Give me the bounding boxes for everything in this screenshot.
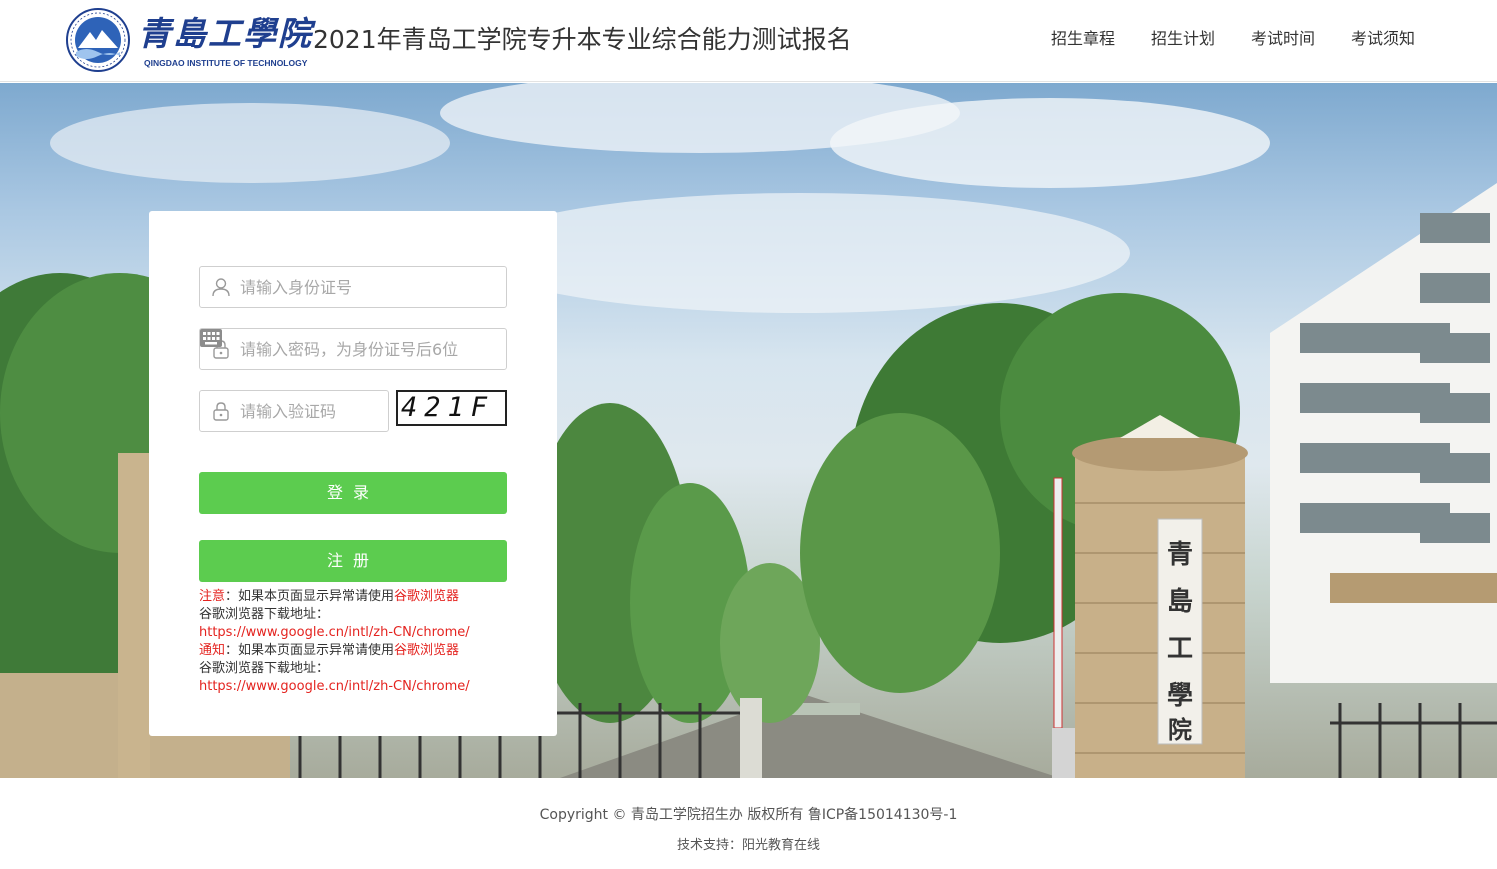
user-icon: [212, 278, 230, 297]
download-label-2: 谷歌浏览器下载地址：: [199, 661, 330, 676]
login-card: 421F 登录 注册 注意：如果本页面显示异常请使用谷歌浏览器 谷歌浏览器下载地…: [149, 211, 557, 736]
gate-sign-char-5: 院: [1168, 715, 1192, 744]
notice-label-attention: 注意: [199, 589, 226, 604]
notice-label-notification: 通知: [199, 643, 226, 658]
keyboard-icon[interactable]: [200, 329, 222, 347]
register-button[interactable]: 注册: [199, 540, 507, 582]
notice-line-2: 通知：如果本页面显示异常请使用谷歌浏览器: [199, 642, 519, 660]
chrome-download-url-1[interactable]: https://www.google.cn/intl/zh-CN/chrome/: [199, 625, 470, 640]
nav-enrollment-charter[interactable]: 招生章程: [1051, 28, 1115, 50]
captcha-image[interactable]: 421F: [396, 390, 507, 426]
school-brand: 青島工學院 QINGDAO INSTITUTE OF TECHNOLOGY: [138, 14, 313, 74]
notice-text-2: ：如果本页面显示异常请使用: [225, 643, 395, 658]
lock-icon: [213, 402, 229, 421]
nav-enrollment-plan[interactable]: 招生计划: [1151, 28, 1215, 50]
password-field: [199, 328, 507, 370]
password-input[interactable]: [240, 329, 460, 369]
login-button[interactable]: 登录: [199, 472, 507, 514]
chrome-download-url-2[interactable]: https://www.google.cn/intl/zh-CN/chrome/: [199, 679, 470, 694]
site-header: 青島工學院 QINGDAO INSTITUTE OF TECHNOLOGY 20…: [0, 0, 1497, 82]
nav-exam-time[interactable]: 考试时间: [1251, 28, 1315, 50]
captcha-input[interactable]: [240, 391, 380, 431]
id-number-input[interactable]: [240, 267, 460, 307]
chrome-link-2[interactable]: 谷歌浏览器: [394, 643, 459, 658]
nav-exam-notice[interactable]: 考试须知: [1351, 28, 1415, 50]
download-label-1: 谷歌浏览器下载地址：: [199, 607, 330, 622]
notice-text-1: ：如果本页面显示异常请使用: [225, 589, 395, 604]
copyright-text: Copyright © 青岛工学院招生办 版权所有 鲁ICP备15014130号…: [539, 807, 958, 823]
notice-line-1: 注意：如果本页面显示异常请使用谷歌浏览器: [199, 588, 519, 606]
tech-support-text: 技术支持：阳光教育在线: [676, 838, 820, 853]
browser-notice: 注意：如果本页面显示异常请使用谷歌浏览器 谷歌浏览器下载地址： https://…: [199, 588, 519, 696]
page-title: 2021年青岛工学院专升本专业综合能力测试报名: [313, 25, 852, 54]
gate-sign-char-1: 青: [1167, 540, 1193, 570]
chrome-link-1[interactable]: 谷歌浏览器: [394, 589, 459, 604]
gate-sign-char-3: 工: [1167, 634, 1193, 664]
school-emblem-logo[interactable]: [66, 8, 130, 72]
gate-sign-char-4: 學: [1167, 681, 1193, 711]
captcha-field: [199, 390, 389, 432]
top-nav: 招生章程 招生计划 考试时间 考试须知: [1051, 28, 1415, 50]
site-footer: Copyright © 青岛工学院招生办 版权所有 鲁ICP备15014130号…: [0, 778, 1497, 869]
gate-sign-char-2: 島: [1167, 587, 1193, 617]
brand-chinese-name: 青島工學院: [138, 14, 313, 53]
brand-english-name: QINGDAO INSTITUTE OF TECHNOLOGY: [144, 58, 308, 68]
id-number-field: [199, 266, 507, 308]
campus-gate-banner: 青 島 工 學 院 请输入身份证号 请输入验证码 421F 登录 注册 注意：如…: [0, 83, 1497, 778]
